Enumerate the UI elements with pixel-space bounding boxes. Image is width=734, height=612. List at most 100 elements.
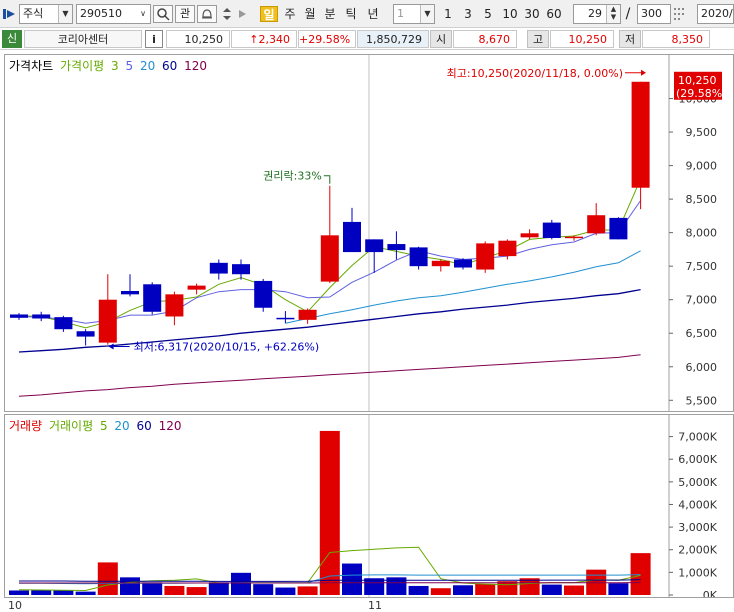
volume-y-tick-label: 2,000K — [678, 544, 717, 557]
last-rate-label: (29.58%) — [676, 87, 727, 100]
period-week-button[interactable]: 주 — [281, 6, 299, 22]
volume-bar — [53, 590, 74, 595]
candle-body — [365, 239, 384, 253]
rights-annotation: 권리락:33% — [263, 170, 322, 183]
low-label: 저 — [619, 30, 641, 48]
bell-icon — [200, 9, 214, 24]
watchlist-button[interactable]: 관 — [175, 5, 195, 23]
main-toolbar: 주식 ▼ 290510 ∨ 관 일 주 월 분 틱 년 1 ▼ 1 3 5 10… — [0, 0, 734, 28]
candle-body — [232, 264, 250, 275]
price-y-tick-label: 7,500 — [686, 260, 718, 273]
volume-y-tick-label: 3,000K — [678, 521, 717, 534]
volume-y-tick-label: 5,000K — [678, 476, 717, 489]
low-annotation: 최저:6,317(2020/10/15, +62.26%) — [134, 341, 320, 354]
volume-bar — [208, 582, 229, 595]
interval-30-button[interactable]: 30 — [522, 6, 542, 22]
candle-body — [32, 314, 51, 319]
x-axis: 10 11 — [4, 598, 734, 612]
candle-body — [165, 294, 184, 317]
candle-body — [187, 285, 206, 290]
chevron-down-icon[interactable]: ∨ — [136, 5, 150, 23]
candle-body — [209, 262, 228, 274]
price-y-tick-label: 7,000 — [686, 294, 718, 307]
volume-bar — [541, 584, 562, 595]
price-ma-line-120 — [18, 354, 641, 397]
date-field[interactable]: 2020/ — [697, 4, 734, 24]
menu-arrow-icon[interactable] — [3, 7, 17, 21]
volume-bar — [31, 590, 52, 595]
high-price: 10,250 — [550, 30, 614, 48]
price-y-tick-label: 6,000 — [686, 361, 718, 374]
high-annotation-arrowhead — [641, 69, 646, 76]
x-axis-svg: 10 11 — [8, 599, 382, 612]
volume-y-tick-label: 1,000K — [678, 566, 717, 579]
interval-60-button[interactable]: 60 — [544, 6, 564, 22]
interval-value: 1 — [397, 7, 404, 20]
info-button[interactable]: i — [145, 30, 163, 48]
market-type-select[interactable]: 주식 ▼ — [19, 4, 73, 24]
next-arrow-icon[interactable] — [236, 5, 250, 23]
volume-bar — [9, 590, 29, 595]
high-label: 고 — [527, 30, 549, 48]
candle-body — [143, 284, 162, 312]
price-chart-svg: 10,0009,5009,0008,5008,0007,5007,0006,50… — [10, 55, 727, 411]
chevron-down-icon[interactable]: ▼ — [420, 5, 434, 23]
volume-bar — [319, 430, 340, 595]
stock-name[interactable]: 코리아센터 — [24, 30, 142, 48]
period-month-button[interactable]: 월 — [301, 6, 319, 22]
volume-bar — [253, 584, 274, 595]
date-grid-icon[interactable] — [673, 6, 687, 22]
volume-y-tick-label: 6,000K — [678, 453, 717, 466]
total-count-field[interactable]: 300 — [637, 4, 671, 24]
period-year-button[interactable]: 년 — [364, 6, 382, 22]
candle-body — [343, 221, 361, 253]
low-annotation-arrowhead — [108, 343, 114, 350]
candle-body — [587, 215, 606, 234]
candle-body — [520, 233, 539, 238]
volume-bar — [275, 587, 296, 595]
candle-body — [498, 240, 517, 257]
candle-body — [409, 247, 428, 267]
stock-code-input[interactable]: 290510 ∨ — [76, 4, 151, 24]
market-type-value: 주식 — [23, 7, 44, 20]
price-candles — [10, 81, 650, 346]
price-y-tick-label: 9,500 — [686, 126, 718, 139]
price-y-axis: 10,0009,5009,0008,5008,0007,5007,0006,50… — [669, 93, 718, 407]
x-axis-label: 11 — [368, 599, 382, 612]
volume-bar — [453, 585, 473, 595]
chevron-down-icon[interactable]: ▼ — [58, 5, 72, 23]
candle-body — [54, 317, 73, 330]
volume-chart-panel[interactable]: 거래량 거래이평 5 20 60 120 7,000K 6,000K 5,000K 4… — [4, 414, 734, 598]
candle-body — [565, 236, 583, 239]
interval-select[interactable]: 1 ▼ — [393, 4, 435, 24]
volume-bar — [608, 583, 629, 595]
volume-chart-svg: 7,000K 6,000K 5,000K 4,000K 3,000K 2,000K 1,00… — [9, 415, 718, 597]
interval-10-button[interactable]: 10 — [500, 6, 520, 22]
price-chart-panel[interactable]: 가격차트 가격이평 3 5 20 60 120 10,0009,5009,000… — [4, 54, 734, 412]
new-listing-badge: 신 — [2, 30, 22, 48]
current-price: 10,250 — [166, 30, 230, 48]
high-annotation: 최고:10,250(2020/11/18, 0.00%) — [447, 67, 623, 80]
period-minute-button[interactable]: 분 — [321, 6, 339, 22]
change-rate: +29.58% — [298, 30, 356, 48]
candle-body — [98, 299, 117, 343]
candle-body — [431, 260, 450, 267]
candle-body — [609, 217, 628, 240]
spinner-icon[interactable]: ▲ ▼ — [606, 5, 620, 23]
volume-bar — [97, 562, 118, 595]
alarm-button[interactable] — [197, 5, 217, 23]
count-separator: / — [625, 6, 631, 22]
view-count-input[interactable]: 29 ▲ ▼ — [573, 4, 621, 24]
period-tick-button[interactable]: 틱 — [342, 6, 360, 22]
volume-bar — [297, 586, 318, 595]
interval-3-button[interactable]: 3 — [461, 6, 475, 22]
volume-bar — [475, 583, 496, 595]
interval-1-button[interactable]: 1 — [441, 6, 455, 22]
volume-y-tick-label: 4,000K — [678, 498, 717, 511]
price-y-tick-label: 6,500 — [686, 327, 718, 340]
interval-5-button[interactable]: 5 — [481, 6, 495, 22]
up-down-stepper[interactable] — [220, 5, 234, 23]
volume-bar — [408, 585, 429, 595]
search-button[interactable] — [153, 5, 173, 23]
period-day-button[interactable]: 일 — [260, 6, 278, 22]
